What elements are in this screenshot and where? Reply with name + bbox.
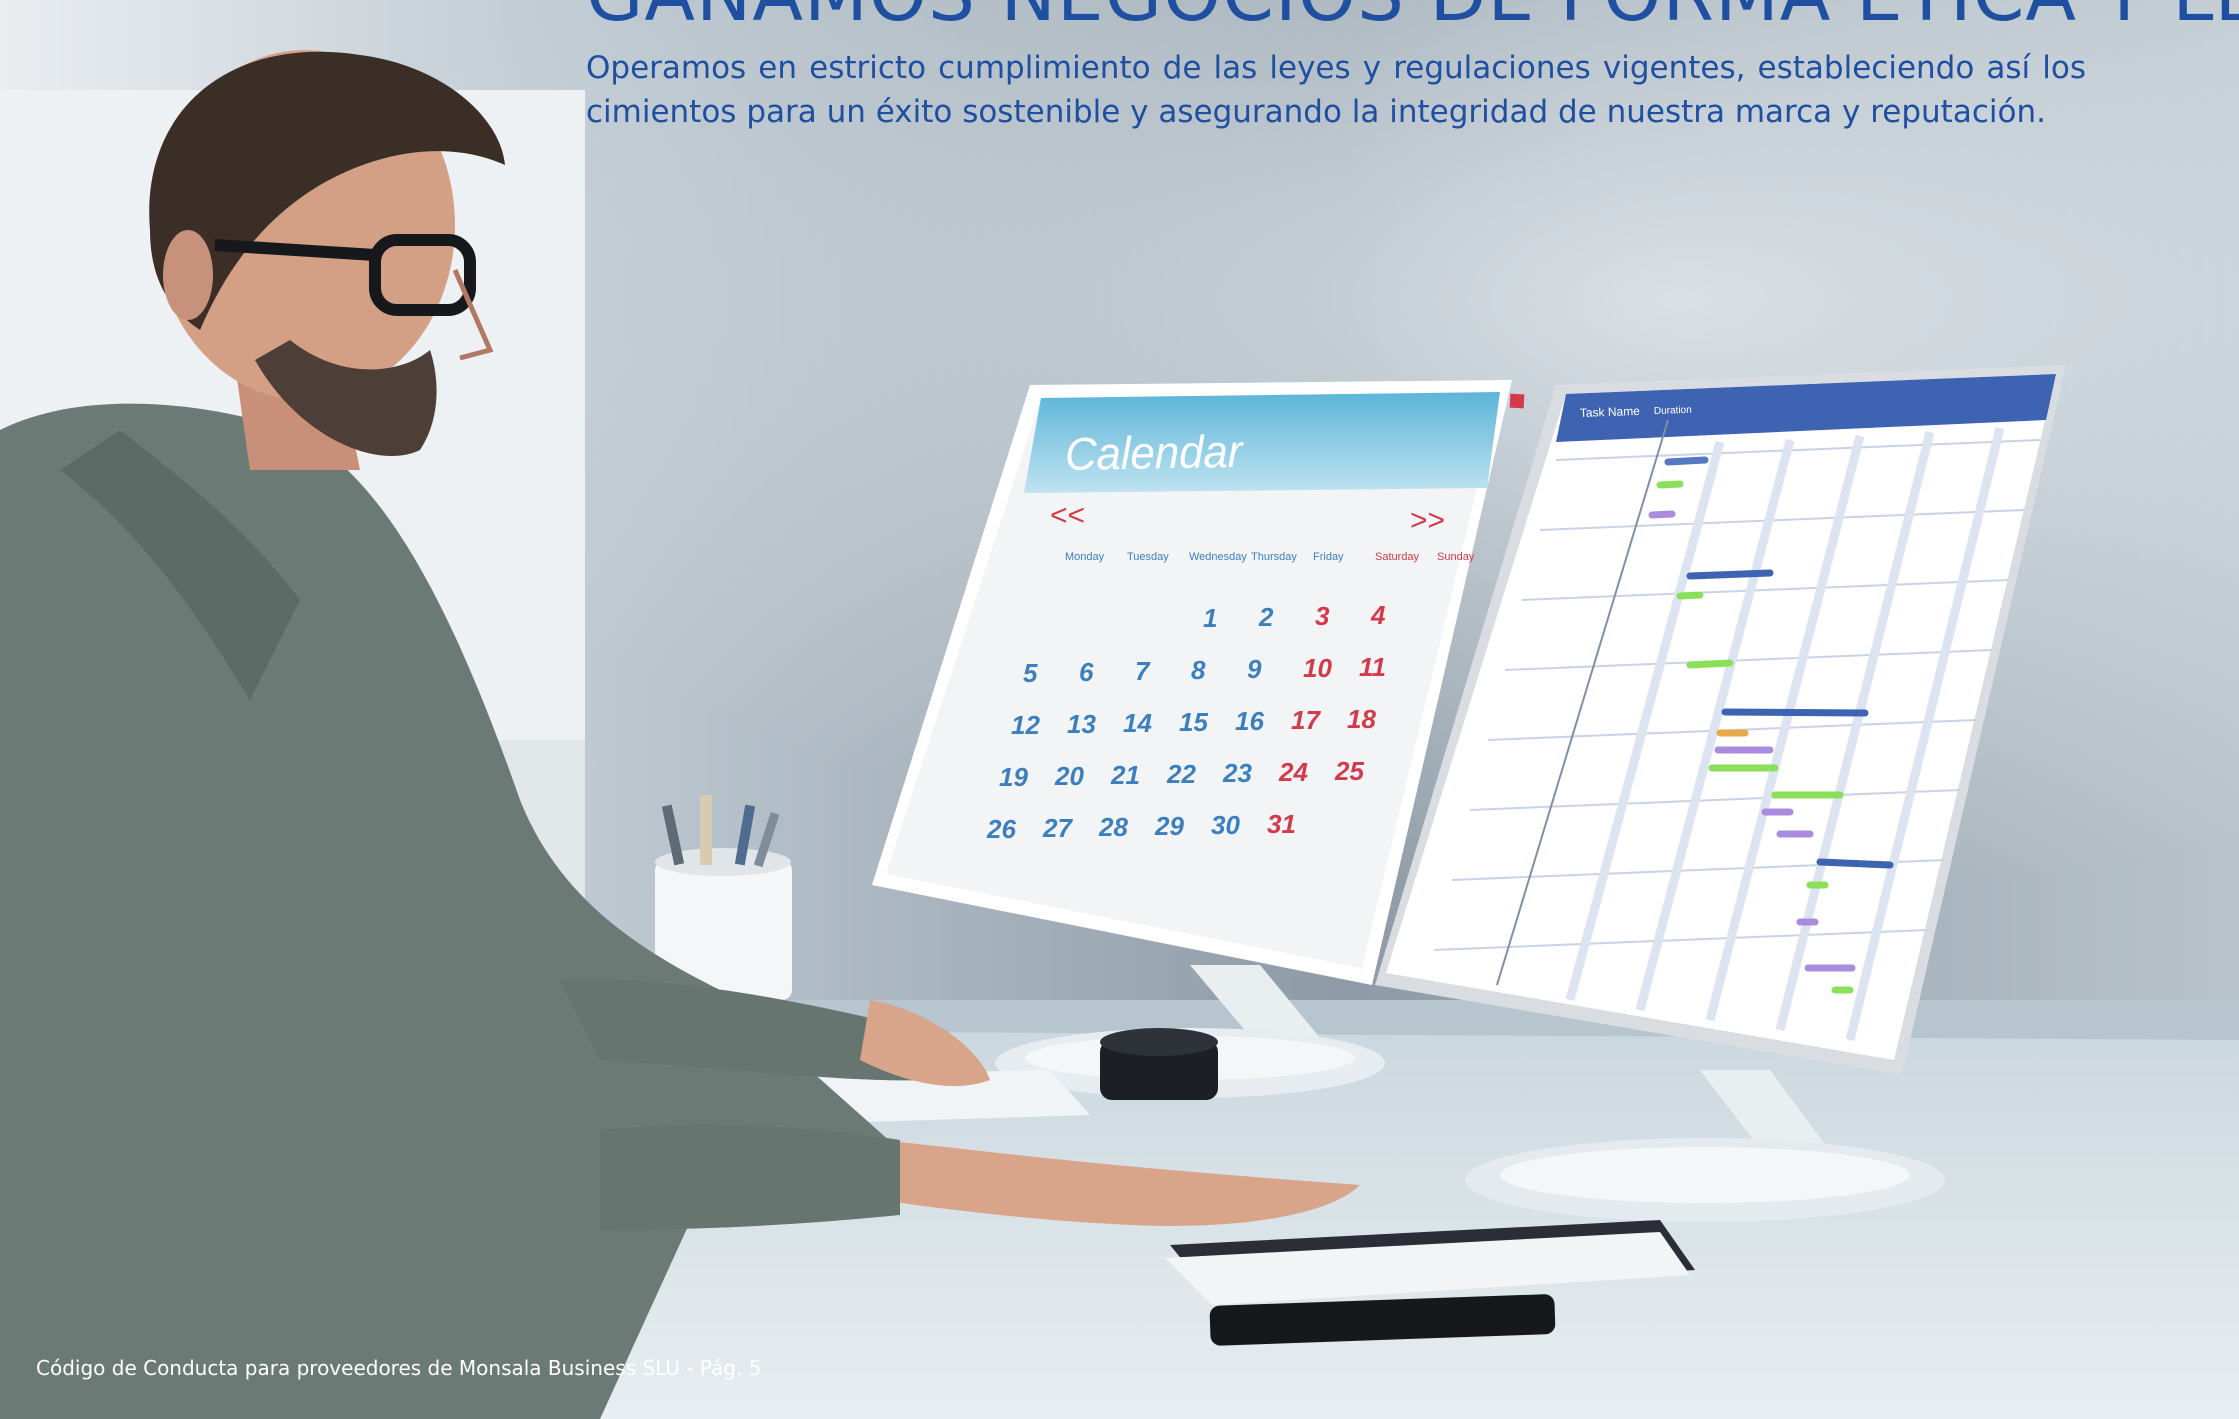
gantt-task-header: Task Name xyxy=(1580,404,1641,420)
calendar-day: 19 xyxy=(999,762,1028,792)
calendar-weekday: Thursday xyxy=(1251,551,1297,563)
calendar-day: 29 xyxy=(1154,811,1184,841)
calendar-weekday: Friday xyxy=(1313,551,1344,563)
calendar-day: 7 xyxy=(1135,656,1151,686)
calendar-day: 30 xyxy=(1211,810,1240,840)
calendar-day: 31 xyxy=(1267,809,1296,839)
calendar-day: 28 xyxy=(1098,812,1128,842)
document-page: Calendar << >> Monday Tuesday Wednesday Thu… xyxy=(0,0,2239,1419)
calendar-day: 17 xyxy=(1291,705,1321,735)
calendar-weekday: Tuesday xyxy=(1127,551,1169,563)
page-heading: GANAMOS NEGOCIOS DE FORMA ÉTICA Y LEGAL xyxy=(586,0,2239,32)
calendar-day: 20 xyxy=(1054,761,1084,791)
calendar-day: 5 xyxy=(1023,658,1038,688)
calendar-day: 25 xyxy=(1334,756,1364,786)
calendar-day: 11 xyxy=(1359,652,1386,682)
gantt-duration-header: Duration xyxy=(1654,405,1692,417)
calendar-day: 27 xyxy=(1042,813,1073,843)
calendar-day: 6 xyxy=(1079,657,1094,687)
calendar-next-icon: >> xyxy=(1410,504,1445,537)
calendar-day: 9 xyxy=(1247,654,1262,684)
calendar-day: 14 xyxy=(1123,708,1152,738)
calendar-day: 10 xyxy=(1303,653,1332,683)
calendar-weekday: Saturday xyxy=(1375,551,1420,563)
calendar-day: 22 xyxy=(1166,759,1196,789)
calendar-day: 3 xyxy=(1315,601,1330,631)
calendar-day: 1 xyxy=(1203,603,1217,633)
calendar-day: 15 xyxy=(1179,707,1208,737)
calendar-weekday: Monday xyxy=(1065,551,1105,563)
calendar-day: 23 xyxy=(1222,758,1252,788)
calendar-day: 18 xyxy=(1347,704,1376,734)
calendar-day: 12 xyxy=(1011,710,1040,740)
calendar-weekday: Sunday xyxy=(1437,551,1475,563)
calendar-day: 26 xyxy=(986,814,1016,844)
page-footer: Código de Conducta para proveedores de M… xyxy=(36,1356,762,1380)
screen-text-layer: Calendar << >> Monday Tuesday Wednesday Thu… xyxy=(986,404,1692,844)
calendar-title: Calendar xyxy=(1065,425,1244,480)
calendar-day: 21 xyxy=(1110,760,1140,790)
calendar-day: 13 xyxy=(1067,709,1096,739)
calendar-weekday: Wednesday xyxy=(1189,551,1247,563)
intro-paragraph: Operamos en estricto cumplimiento de las… xyxy=(586,50,2086,130)
calendar-day: 24 xyxy=(1278,757,1308,787)
calendar-day: 2 xyxy=(1258,602,1274,632)
calendar-day: 4 xyxy=(1370,600,1386,630)
calendar-prev-icon: << xyxy=(1050,499,1085,532)
calendar-day: 16 xyxy=(1235,706,1264,736)
calendar-day: 8 xyxy=(1191,655,1206,685)
